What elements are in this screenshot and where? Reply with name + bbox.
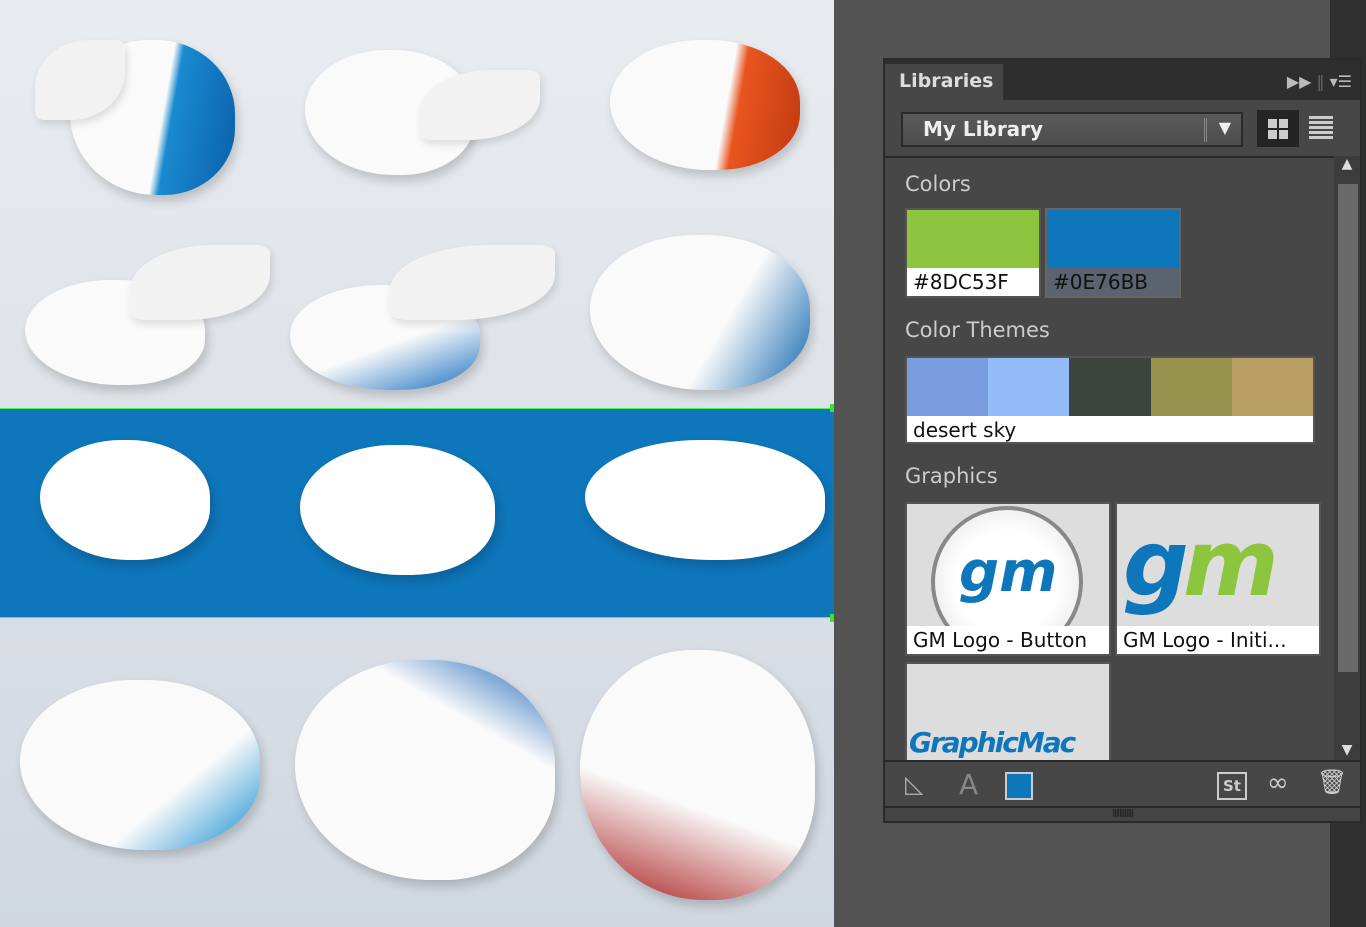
trash-icon[interactable]: 🗑 (1317, 768, 1347, 796)
gm-logo: gm (959, 540, 1058, 605)
section-graphics: Graphics (905, 464, 998, 488)
bird-wing (390, 245, 555, 320)
add-character-style-icon[interactable]: A (959, 768, 978, 801)
panel-menu-icon[interactable]: ▾☰ (1330, 72, 1352, 91)
theme-name: desert sky (913, 418, 1017, 442)
scroll-down-icon[interactable]: ▼ (1334, 742, 1360, 758)
bird-illustration (580, 650, 815, 900)
bird-illustration (295, 660, 555, 880)
bird-illustration (20, 680, 260, 850)
graphicmac-logo: GraphicMac (909, 726, 1076, 759)
scrollbar-thumb[interactable] (1338, 184, 1358, 672)
library-content: Colors #8DC53F #0E76BB Color Themes dese… (885, 156, 1336, 760)
color-theme[interactable]: desert sky (905, 356, 1315, 444)
library-dropdown[interactable]: My Library ▼ (901, 112, 1243, 147)
bird-wing (130, 245, 270, 320)
section-color-themes: Color Themes (905, 318, 1050, 342)
artboard-canvas[interactable] (0, 0, 834, 927)
graphic-item[interactable]: gm GM Logo - Button (905, 502, 1111, 656)
bird-illustration (590, 235, 810, 390)
chevron-down-icon: ▼ (1218, 118, 1231, 137)
graphic-item[interactable]: GraphicMac (905, 662, 1111, 760)
graphic-item[interactable]: gm GM Logo - Initi... (1115, 502, 1321, 656)
selection-handle[interactable] (830, 614, 834, 622)
scrollbar[interactable]: ▲ ▼ (1334, 156, 1360, 760)
scroll-up-icon[interactable]: ▲ (1334, 156, 1360, 172)
tab-libraries[interactable]: Libraries (885, 64, 1003, 100)
panel-tab-bar: Libraries ▶▶ ‖ ▾☰ (885, 60, 1360, 100)
creative-cloud-icon[interactable]: ∞ (1267, 768, 1289, 798)
libraries-panel: Libraries ▶▶ ‖ ▾☰ My Library ▼ Colors #8… (883, 58, 1362, 823)
add-graphic-icon[interactable]: ◺ (905, 770, 923, 798)
section-colors: Colors (905, 172, 971, 196)
color-swatch[interactable]: #8DC53F (905, 208, 1041, 298)
list-view-button[interactable] (1309, 116, 1333, 141)
grid-view-button[interactable] (1257, 110, 1299, 147)
library-name: My Library (923, 117, 1044, 141)
bird-illustration (610, 40, 800, 170)
resize-grip[interactable]: |||||||||||| (885, 806, 1360, 821)
panel-footer: ◺ A St ∞ 🗑 (885, 760, 1360, 808)
adobe-stock-icon[interactable]: St (1217, 772, 1247, 800)
add-fill-color-icon[interactable] (1005, 772, 1033, 800)
color-swatch[interactable]: #0E76BB (1045, 208, 1181, 298)
collapse-icon[interactable]: ▶▶ (1287, 72, 1312, 91)
selection-handle[interactable] (830, 404, 834, 412)
